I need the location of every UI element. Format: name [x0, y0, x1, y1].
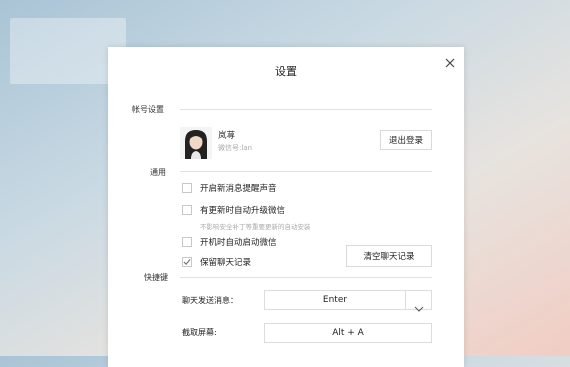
- send-shortcut-select[interactable]: Enter: [264, 290, 432, 312]
- checkbox[interactable]: [182, 205, 192, 215]
- option-label: 有更新时自动升级微信: [200, 206, 286, 216]
- screenshot-shortcut-field[interactable]: Alt + A: [264, 323, 432, 343]
- avatar: [180, 127, 212, 159]
- account-section-label: 帐号设置: [132, 105, 164, 114]
- settings-dialog: 设置 帐号设置 岚荨 微信号:lan 退出登录 通用 开启新消息提醒声音 有更新…: [108, 47, 464, 367]
- option-new-message-sound[interactable]: 开启新消息提醒声音: [182, 182, 277, 194]
- option-label: 开启新消息提醒声音: [200, 184, 277, 194]
- checkbox-checked[interactable]: [182, 257, 192, 267]
- update-hint: 不影响安全补丁等重要更新的自动安装: [200, 223, 311, 231]
- shortcuts-section-label: 快捷键: [144, 273, 168, 282]
- option-label: 保留聊天记录: [200, 258, 252, 268]
- chevron-down-icon[interactable]: [414, 297, 424, 312]
- send-shortcut-label: 聊天发送消息：: [182, 296, 238, 305]
- account-name: 岚荨: [218, 131, 236, 141]
- screenshot-shortcut-label: 截取屏幕:: [182, 328, 217, 337]
- general-section-label: 通用: [150, 168, 166, 177]
- general-divider: [180, 171, 432, 172]
- wechat-id: 微信号:lan: [218, 144, 253, 152]
- checkbox[interactable]: [182, 183, 192, 193]
- option-auto-start[interactable]: 开机时自动启动微信: [182, 236, 277, 248]
- checkbox[interactable]: [182, 237, 192, 247]
- option-auto-update[interactable]: 有更新时自动升级微信: [182, 204, 285, 216]
- option-label: 开机时自动启动微信: [200, 238, 277, 248]
- option-keep-history[interactable]: 保留聊天记录: [182, 256, 251, 268]
- shortcuts-divider: [180, 277, 432, 278]
- close-icon[interactable]: [444, 57, 456, 69]
- select-divider: [405, 291, 406, 309]
- clear-history-button[interactable]: 清空聊天记录: [346, 245, 432, 267]
- send-shortcut-value: Enter: [322, 295, 348, 305]
- logout-button[interactable]: 退出登录: [380, 130, 432, 150]
- account-divider: [180, 109, 432, 110]
- checkmark-icon: [183, 259, 191, 265]
- dialog-title: 设置: [275, 65, 297, 78]
